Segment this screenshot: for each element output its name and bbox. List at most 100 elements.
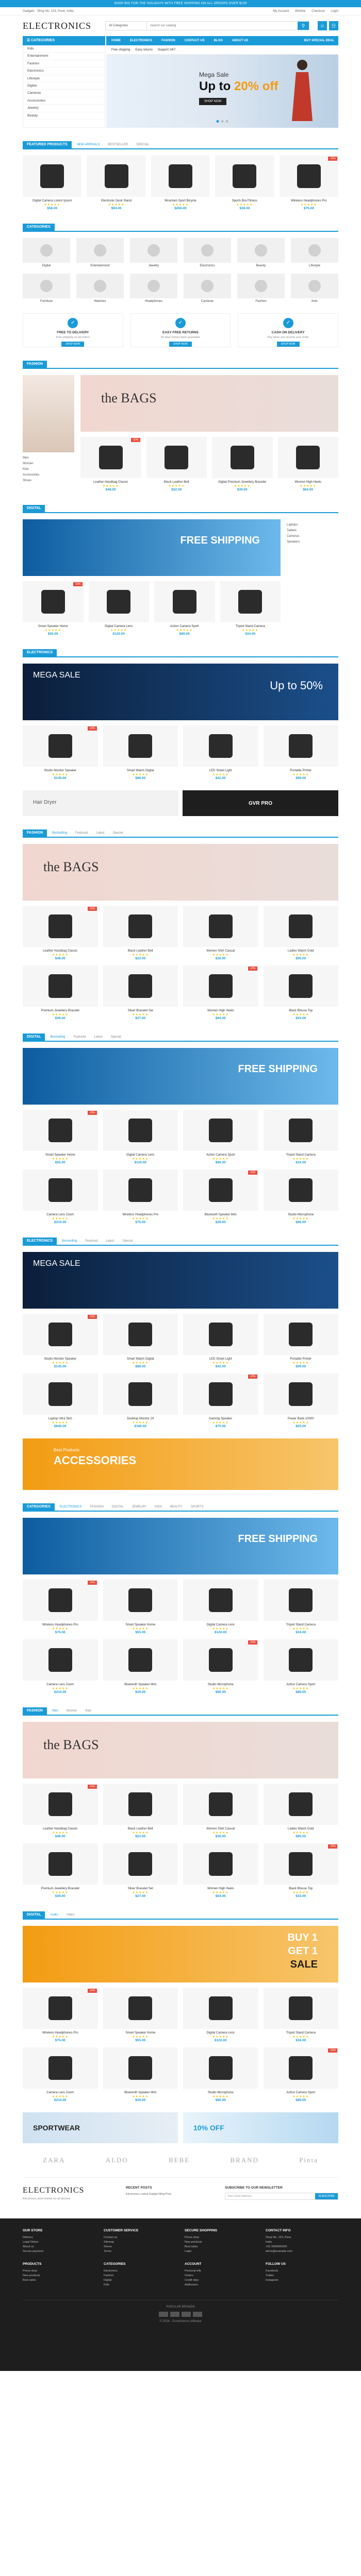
product-card[interactable]: -10% Studio Microphone ★★★★★ $66.00 [183, 1639, 258, 1694]
tab-special[interactable]: SPECIAL [136, 141, 149, 148]
product-image[interactable] [263, 1110, 338, 1151]
side-link[interactable]: Men [23, 455, 74, 461]
footer-link[interactable]: Kids [104, 2283, 176, 2287]
product-name[interactable]: Portable Printer [264, 769, 339, 773]
product-image[interactable]: -10% [263, 2047, 338, 2089]
product-image[interactable]: -10% [183, 1374, 258, 1415]
digital2-banner[interactable]: BUY 1 GET 1 SALE [23, 1926, 338, 1982]
fashion-banner[interactable]: the BAGS [80, 375, 338, 432]
product-name[interactable]: Sports Bra Fitness [215, 199, 274, 203]
product-card[interactable]: Ladies Watch Gold ★★★★★ $95.00 [263, 906, 338, 960]
product-name[interactable]: Leather Handbag Classic [80, 480, 141, 484]
product-image[interactable]: -10% [183, 1639, 258, 1681]
product-image[interactable] [183, 1314, 258, 1355]
product-name[interactable]: Digital Premium Jewellery Bracelet [212, 480, 273, 484]
product-name[interactable]: Power Bank 10000 [264, 1417, 339, 1421]
product-image[interactable] [87, 156, 146, 197]
product-name[interactable]: Premium Jewellery Bracelet [23, 1887, 98, 1891]
section-tab[interactable]: Latest [106, 1238, 114, 1245]
product-name[interactable]: Leather Handbag Classic [23, 949, 98, 953]
login-link[interactable]: Login [331, 10, 338, 13]
sidebar-category-item[interactable]: Accessories [23, 97, 105, 105]
product-card[interactable]: Bluetooth Speaker Mini ★★★★★ $29.00 [103, 2047, 178, 2102]
category-tile[interactable]: Furniture [23, 274, 70, 303]
accessories-banner[interactable]: Best Products ACCESSORIES [23, 1438, 338, 1490]
product-image[interactable]: -10% [80, 437, 141, 478]
product-card[interactable]: Laptop Ultra Slim ★★★★★ $640.00 [23, 1374, 98, 1428]
product-image[interactable] [263, 1988, 338, 2029]
sidebar-category-item[interactable]: Fashion [23, 60, 105, 68]
product-card[interactable]: -10% Black Blouse Top ★★★★★ $33.00 [263, 1843, 339, 1898]
sidebar-category-item[interactable]: Cameras [23, 90, 105, 97]
discount-banner[interactable]: 10% OFF [183, 2112, 338, 2143]
brand-logo[interactable]: BRAND [230, 2156, 259, 2164]
nav-about[interactable]: ABOUT US [232, 39, 248, 42]
footer-link[interactable]: Instagram [266, 2278, 338, 2283]
product-image[interactable] [103, 1843, 178, 1885]
footer-link[interactable]: Electronics [104, 2269, 176, 2274]
product-card[interactable]: Action Camera Sport ★★★★★ $89.00 [154, 581, 215, 636]
product-card[interactable]: Tripod Stand Camera ★★★★★ $34.00 [263, 1988, 339, 2042]
product-image[interactable] [220, 581, 281, 622]
product-image[interactable] [183, 725, 258, 767]
product-card[interactable]: Tripod Stand Camera ★★★★★ $34.00 [263, 1110, 338, 1164]
product-card[interactable]: Women High Heels ★★★★★ $64.00 [183, 1843, 258, 1898]
category-tile[interactable]: Beauty [237, 238, 285, 267]
product-name[interactable]: Tripod Stand Camera [264, 2031, 339, 2035]
sidebar-category-item[interactable]: Kids [23, 45, 105, 53]
product-image[interactable] [103, 1314, 178, 1355]
product-name[interactable]: Smart Speaker Home [103, 2031, 178, 2035]
product-card[interactable]: Smart Speaker Home ★★★★★ $55.00 [103, 1988, 178, 2042]
product-image[interactable] [263, 725, 338, 767]
product-card[interactable]: -10% Action Camera Sport ★★★★★ $89.00 [263, 2047, 338, 2102]
user-icon[interactable]: ☺ [318, 21, 327, 30]
product-image[interactable] [23, 1374, 98, 1415]
promo-hairdryer[interactable]: Hair Dryer [23, 790, 178, 816]
product-name[interactable]: Black Leather Belt [146, 480, 207, 484]
product-image[interactable]: -10% [183, 965, 258, 1007]
section-tab[interactable]: Special [113, 829, 123, 837]
product-card[interactable]: Smart Watch Digital ★★★★★ $88.00 [103, 725, 178, 780]
product-name[interactable]: Wireless Headphones Pro [280, 199, 338, 203]
product-name[interactable]: Studio Monitor Speaker [23, 769, 98, 773]
footer-link[interactable]: Delivery [23, 2235, 95, 2240]
product-card[interactable]: Camera Lens Zoom ★★★★★ $210.00 [23, 2047, 98, 2102]
sidebar-category-item[interactable]: Entertainment [23, 53, 105, 60]
product-card[interactable]: -10% Wireless Headphones Pro ★★★★★ $75.00 [23, 1988, 98, 2042]
product-card[interactable]: Digital Camera Lens ★★★★★ $120.00 [183, 1988, 258, 2042]
service-button[interactable]: SHOP NOW [276, 342, 300, 347]
product-name[interactable]: Silver Bracelet Set [103, 1009, 178, 1013]
product-image[interactable] [277, 437, 338, 478]
footer-link[interactable]: demo@example.com [266, 2249, 338, 2254]
product-name[interactable]: Studio Microphone [183, 1683, 258, 1687]
section-tab[interactable]: KIDS [155, 1503, 162, 1511]
sidebar-category-item[interactable]: Jewelry [23, 105, 105, 112]
section-tab[interactable]: Special [111, 1033, 121, 1041]
section-tab[interactable]: SPORTS [191, 1503, 204, 1511]
product-image[interactable] [263, 1639, 338, 1681]
product-image[interactable] [263, 1580, 338, 1621]
product-card[interactable]: Silver Bracelet Set ★★★★★ $27.00 [103, 1843, 178, 1898]
product-card[interactable]: Studio Microphone ★★★★★ $66.00 [183, 2047, 258, 2102]
product-image[interactable] [23, 2047, 98, 2089]
product-name[interactable]: Tripod Stand Camera [264, 1623, 339, 1627]
account-link[interactable]: My Account [273, 10, 289, 13]
category-tile[interactable]: Digital [23, 238, 70, 267]
product-image[interactable] [263, 906, 338, 947]
category-tile[interactable]: Kids [291, 274, 338, 303]
product-image[interactable] [23, 156, 82, 197]
product-name[interactable]: Black Leather Belt [103, 1827, 178, 1831]
product-image[interactable] [263, 1374, 338, 1415]
recent-post-link[interactable]: Electronics Latest Gadget Blog Post [126, 2193, 225, 2196]
product-name[interactable]: Studio Microphone [183, 2091, 258, 2095]
search-category-select[interactable]: All Categories [106, 22, 147, 30]
product-name[interactable]: Black Blouse Top [264, 1887, 339, 1891]
categories-banner[interactable]: FREE SHIPPING [23, 1518, 338, 1574]
section-tab[interactable]: ELECTRONICS [60, 1503, 82, 1511]
category-tile[interactable]: Jewelry [130, 238, 177, 267]
product-name[interactable]: Black Blouse Top [264, 1009, 339, 1013]
side-link[interactable]: Accessories [23, 472, 74, 478]
product-image[interactable] [183, 1110, 258, 1151]
nav-special-offer[interactable]: BUY SPECIAL DEAL [304, 39, 334, 42]
product-image[interactable] [103, 1639, 178, 1681]
